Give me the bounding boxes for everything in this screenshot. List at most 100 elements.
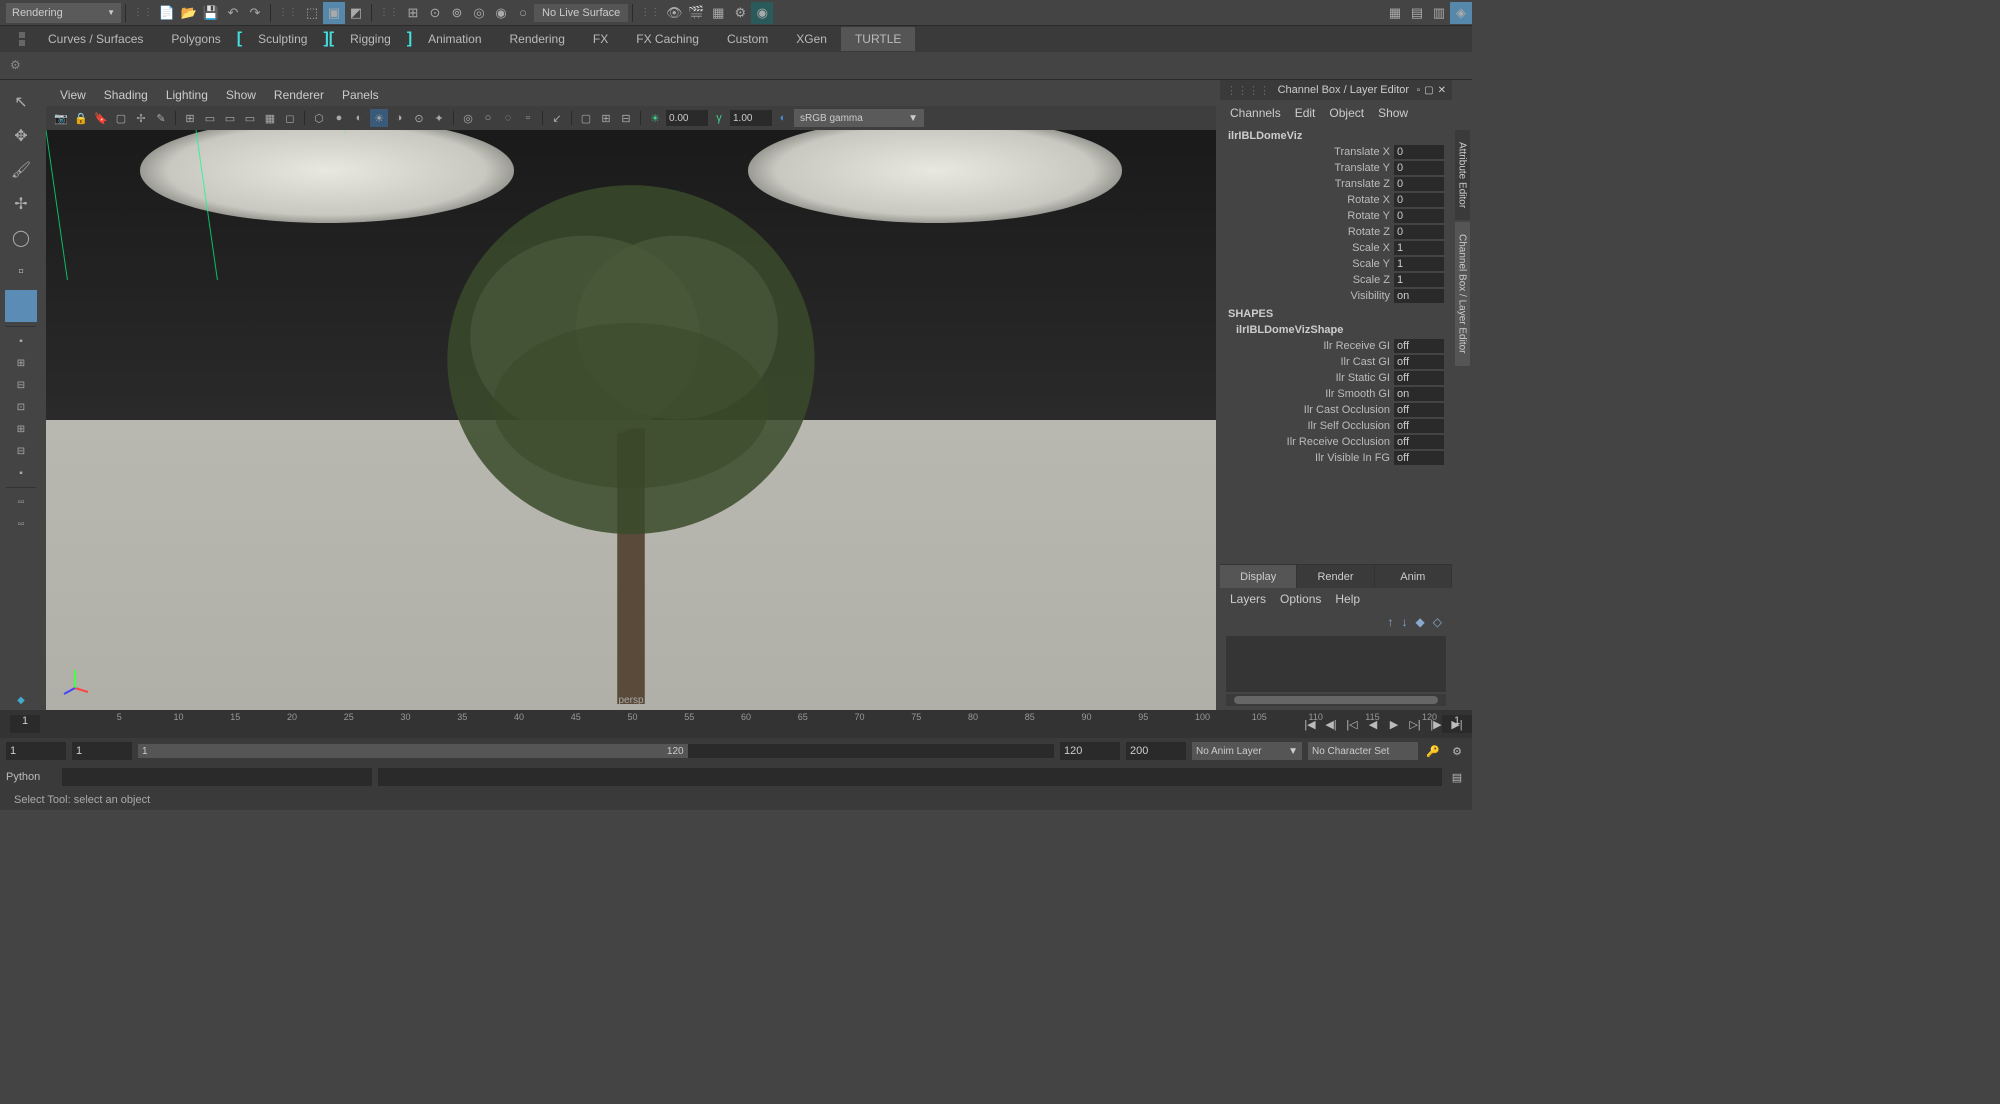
cmd-language-label[interactable]: Python — [6, 771, 56, 783]
toolbar-grip[interactable]: ⋮⋮ — [130, 7, 156, 18]
script-editor-icon[interactable]: ▤ — [1448, 768, 1466, 786]
new-layer-icon[interactable]: ◆ — [1416, 615, 1425, 629]
render-tab[interactable]: Render — [1297, 565, 1374, 588]
shelf-tab-custom[interactable]: Custom — [713, 27, 782, 51]
bookmark-icon[interactable]: 🔖 — [92, 109, 110, 127]
pane-layout-3-icon[interactable]: ▥ — [1428, 2, 1450, 24]
redo-icon[interactable]: ↷ — [244, 2, 266, 24]
anim-layer-dropdown[interactable]: No Anim Layer▼ — [1192, 742, 1302, 760]
play-back-icon[interactable]: ◀ — [1364, 715, 1382, 733]
shelf-tab-fxcaching[interactable]: FX Caching — [622, 27, 713, 51]
channel-value[interactable]: 1 — [1394, 273, 1444, 287]
shadows-icon[interactable]: ◑ — [390, 109, 408, 127]
xray-components-icon[interactable]: ◌ — [499, 109, 517, 127]
channel-row[interactable]: Scale X1 — [1228, 240, 1444, 256]
lighting-menu[interactable]: Lighting — [166, 88, 208, 102]
channel-value[interactable]: off — [1394, 435, 1444, 449]
anim-tab[interactable]: Anim — [1375, 565, 1452, 588]
wireframe-icon[interactable]: ⬡ — [310, 109, 328, 127]
channel-value[interactable]: 0 — [1394, 225, 1444, 239]
paint-select-tool[interactable]: 🖌 — [5, 154, 37, 186]
channel-value[interactable]: off — [1394, 339, 1444, 353]
step-back-icon[interactable]: |◁ — [1343, 715, 1361, 733]
current-frame-left[interactable]: 1 — [10, 715, 40, 733]
channel-value[interactable]: off — [1394, 355, 1444, 369]
render-settings-icon[interactable]: ⚙ — [729, 2, 751, 24]
shelf-tab-animation[interactable]: Animation — [414, 27, 495, 51]
channel-value[interactable]: on — [1394, 387, 1444, 401]
close-icon[interactable]: ✕ — [1438, 85, 1446, 96]
render-frame-icon[interactable]: 🎬 — [685, 2, 707, 24]
channel-row[interactable]: Ilr Receive GIoff — [1228, 338, 1444, 354]
workspace-selector[interactable]: Rendering▼ — [6, 3, 121, 23]
channel-row[interactable]: Scale Y1 — [1228, 256, 1444, 272]
isolate-icon[interactable]: ▫ — [519, 109, 537, 127]
edit-menu[interactable]: Edit — [1295, 106, 1316, 120]
show-menu[interactable]: Show — [226, 88, 256, 102]
move-layer-up-icon[interactable]: ↑ — [1388, 615, 1394, 629]
layout-pane1[interactable]: ▫▫ — [5, 492, 37, 512]
field-chart-icon[interactable]: ▦ — [261, 109, 279, 127]
channel-row[interactable]: Rotate Y0 — [1228, 208, 1444, 224]
resolution-gate-icon[interactable]: ▭ — [221, 109, 239, 127]
use-lights-icon[interactable]: ☀ — [370, 109, 388, 127]
safe-action-icon[interactable]: ◻ — [281, 109, 299, 127]
channel-row[interactable]: Translate X0 — [1228, 144, 1444, 160]
select-camera-icon[interactable]: 📷 — [52, 109, 70, 127]
show-menu[interactable]: Show — [1378, 106, 1408, 120]
shelf-tab-curves[interactable]: Curves / Surfaces — [34, 27, 157, 51]
select-object-icon[interactable]: ▣ — [323, 2, 345, 24]
channel-row[interactable]: Translate Z0 — [1228, 176, 1444, 192]
lock-camera-icon[interactable]: 🔒 — [72, 109, 90, 127]
rotate-tool[interactable]: ◯ — [5, 222, 37, 254]
auto-key-icon[interactable]: 🔑 — [1424, 742, 1442, 760]
channel-row[interactable]: Rotate Z0 — [1228, 224, 1444, 240]
go-start-icon[interactable]: |◀ — [1301, 715, 1319, 733]
channel-row[interactable]: Ilr Receive Occlusionoff — [1228, 434, 1444, 450]
time-ruler[interactable]: 1 51015202530354045505560657075808590951… — [0, 710, 1472, 738]
pane-layout-1-icon[interactable]: ▦ — [1384, 2, 1406, 24]
layer-list[interactable] — [1226, 636, 1446, 692]
gate-mask-icon[interactable]: ▭ — [241, 109, 259, 127]
move-tool[interactable]: ✢ — [5, 188, 37, 220]
channel-row[interactable]: Ilr Visible In FGoff — [1228, 450, 1444, 466]
exposure-icon[interactable]: ☀ — [646, 109, 664, 127]
step-forward-key-icon[interactable]: |▶ — [1427, 715, 1445, 733]
layout-single[interactable]: ▪ — [5, 331, 37, 351]
motion-blur-icon[interactable]: ✦ — [430, 109, 448, 127]
channel-value[interactable]: 0 — [1394, 193, 1444, 207]
stereo-icon[interactable]: ⊟ — [617, 109, 635, 127]
object-name-field[interactable]: ilrIBLDomeViz — [1228, 128, 1444, 144]
play-forward-icon[interactable]: ▶ — [1385, 715, 1403, 733]
channel-row[interactable]: Translate Y0 — [1228, 160, 1444, 176]
snap-plane-icon[interactable]: ◎ — [468, 2, 490, 24]
scale-tool[interactable]: ▫ — [5, 256, 37, 288]
layout-quad[interactable]: ⊞ — [5, 353, 37, 373]
grease-pencil-icon[interactable]: ✎ — [152, 109, 170, 127]
lasso-tool[interactable]: ✥ — [5, 120, 37, 152]
layer-scroll[interactable] — [1226, 694, 1446, 706]
step-forward-icon[interactable]: ▷| — [1406, 715, 1424, 733]
shelf-toggle[interactable] — [10, 32, 34, 46]
channel-row[interactable]: Rotate X0 — [1228, 192, 1444, 208]
renderer-menu[interactable]: Renderer — [274, 88, 324, 102]
range-track[interactable]: 1 120 — [138, 744, 1054, 758]
channel-row[interactable]: Ilr Self Occlusionoff — [1228, 418, 1444, 434]
display-tab[interactable]: Display — [1220, 565, 1297, 588]
snap-point-icon[interactable]: ⊚ — [446, 2, 468, 24]
help-menu[interactable]: Help — [1335, 592, 1360, 606]
channel-value[interactable]: 0 — [1394, 209, 1444, 223]
move-layer-down-icon[interactable]: ↓ — [1402, 615, 1408, 629]
layout-two-h[interactable]: ⊡ — [5, 397, 37, 417]
anim-end-input[interactable] — [1126, 742, 1186, 760]
select-hierarchy-icon[interactable]: ⬚ — [301, 2, 323, 24]
layout-three[interactable]: ⊞ — [5, 419, 37, 439]
channel-row[interactable]: Visibilityon — [1228, 288, 1444, 304]
shelf-tab-xgen[interactable]: XGen — [782, 27, 841, 51]
undo-icon[interactable]: ↶ — [222, 2, 244, 24]
options-menu[interactable]: Options — [1280, 592, 1321, 606]
maximize-icon[interactable]: ▢ — [1424, 85, 1433, 96]
shelf-tab-sculpting[interactable]: Sculpting — [244, 27, 321, 51]
range-end-input[interactable] — [1060, 742, 1120, 760]
channel-value[interactable]: off — [1394, 419, 1444, 433]
